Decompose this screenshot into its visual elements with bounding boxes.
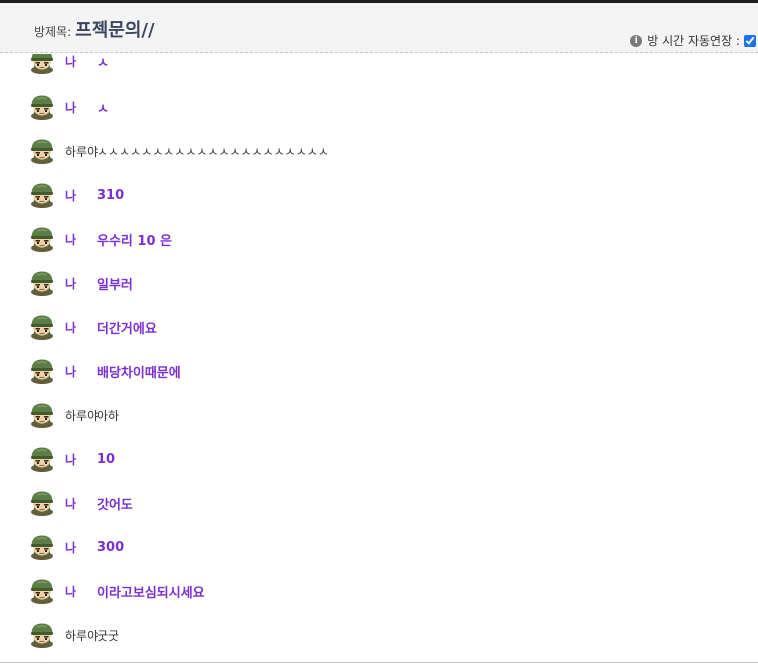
soldier-avatar-icon[interactable] bbox=[29, 94, 55, 120]
message-sender[interactable]: 나 bbox=[65, 539, 97, 556]
chat-message: 나 배당차이때문에 bbox=[29, 356, 181, 386]
soldier-avatar-icon[interactable] bbox=[29, 402, 55, 428]
soldier-avatar-icon[interactable] bbox=[29, 270, 55, 296]
message-text: ㅅㅅㅅㅅㅅㅅㅅㅅㅅㅅㅅㅅㅅㅅㅅㅅㅅㅅㅅㅅㅅ bbox=[97, 144, 329, 159]
message-sender[interactable]: 나 bbox=[65, 319, 97, 336]
message-sender[interactable]: 하루야 bbox=[65, 143, 98, 160]
message-text: 아하 bbox=[97, 408, 120, 423]
chat-message: 나 10 bbox=[29, 444, 115, 474]
message-text: 갓어도 bbox=[97, 497, 133, 513]
soldier-avatar-icon[interactable] bbox=[29, 534, 55, 560]
soldier-avatar-icon[interactable] bbox=[29, 446, 55, 472]
chat-message: 나 갓어도 bbox=[29, 488, 133, 518]
auto-extend-control: i 방 시간 자동연장 : bbox=[630, 32, 756, 49]
message-sender[interactable]: 나 bbox=[65, 275, 97, 292]
message-sender[interactable]: 나 bbox=[65, 495, 97, 512]
chat-message: 나 이라고보심되시세요 bbox=[29, 576, 205, 606]
chat-message: 나 300 bbox=[29, 532, 124, 562]
message-text: 우수리 10 은 bbox=[97, 233, 172, 249]
chat-message: 나ㅅ bbox=[29, 54, 109, 76]
chat-message: 나 일부러 bbox=[29, 268, 133, 298]
chat-bottom-border bbox=[0, 662, 758, 663]
message-sender[interactable]: 하루야 bbox=[65, 407, 98, 424]
message-sender[interactable]: 나 bbox=[65, 187, 97, 204]
message-sender[interactable]: 나 bbox=[65, 363, 97, 380]
chat-message: 하루야 굿굿 bbox=[29, 620, 119, 650]
chat-message: 나 우수리 10 은 bbox=[29, 224, 172, 254]
chat-message: 하루야 아하 bbox=[29, 400, 119, 430]
chat-message: 나 더간거에요 bbox=[29, 312, 157, 342]
message-text: 굿굿 bbox=[97, 628, 120, 643]
message-sender[interactable]: 나 bbox=[65, 54, 97, 70]
message-text: 이라고보심되시세요 bbox=[97, 585, 205, 601]
room-title-label: 방제목: bbox=[34, 25, 72, 39]
message-sender[interactable]: 하루야 bbox=[65, 627, 98, 644]
soldier-avatar-icon[interactable] bbox=[29, 54, 55, 74]
soldier-avatar-icon[interactable] bbox=[29, 182, 55, 208]
info-icon[interactable]: i bbox=[630, 34, 643, 47]
soldier-avatar-icon[interactable] bbox=[29, 226, 55, 252]
message-text: 10 bbox=[97, 451, 116, 467]
message-sender[interactable]: 나 bbox=[65, 231, 97, 248]
auto-extend-checkbox[interactable] bbox=[744, 34, 756, 47]
message-text: 더간거에요 bbox=[97, 321, 157, 337]
chat-message: 나 310 bbox=[29, 180, 124, 210]
message-sender[interactable]: 나 bbox=[65, 99, 97, 116]
soldier-avatar-icon[interactable] bbox=[29, 358, 55, 384]
message-sender[interactable]: 나 bbox=[65, 451, 97, 468]
message-text: 배당차이때문에 bbox=[97, 365, 181, 381]
soldier-avatar-icon[interactable] bbox=[29, 578, 55, 604]
room-title: 프젝문의// bbox=[75, 20, 155, 41]
auto-extend-label: 방 시간 자동연장 : bbox=[647, 34, 740, 48]
message-text: ㅅ bbox=[97, 101, 109, 117]
message-text: ㅅ bbox=[97, 55, 109, 71]
soldier-avatar-icon[interactable] bbox=[29, 314, 55, 340]
room-header: 방제목: 프젝문의// i 방 시간 자동연장 : bbox=[0, 3, 758, 53]
room-title-area: 방제목: 프젝문의// bbox=[34, 16, 155, 42]
soldier-avatar-icon[interactable] bbox=[29, 138, 55, 164]
message-text: 일부러 bbox=[97, 277, 133, 293]
message-text: 310 bbox=[97, 187, 125, 203]
chat-message: 하루야 ㅅㅅㅅㅅㅅㅅㅅㅅㅅㅅㅅㅅㅅㅅㅅㅅㅅㅅㅅㅅㅅ bbox=[29, 136, 329, 166]
chat-message-list[interactable]: 나 ㅅ 나 ㅅ 하루야 ㅅㅅㅅㅅㅅㅅㅅㅅㅅㅅㅅㅅㅅㅅㅅㅅㅅㅅㅅㅅㅅ 나 310 나 우수리 10 … bbox=[0, 54, 758, 662]
soldier-avatar-icon[interactable] bbox=[29, 490, 55, 516]
chat-message: 나ㅅ bbox=[29, 92, 109, 122]
soldier-avatar-icon[interactable] bbox=[29, 622, 55, 648]
message-sender[interactable]: 나 bbox=[65, 583, 97, 600]
message-text: 300 bbox=[97, 539, 125, 555]
